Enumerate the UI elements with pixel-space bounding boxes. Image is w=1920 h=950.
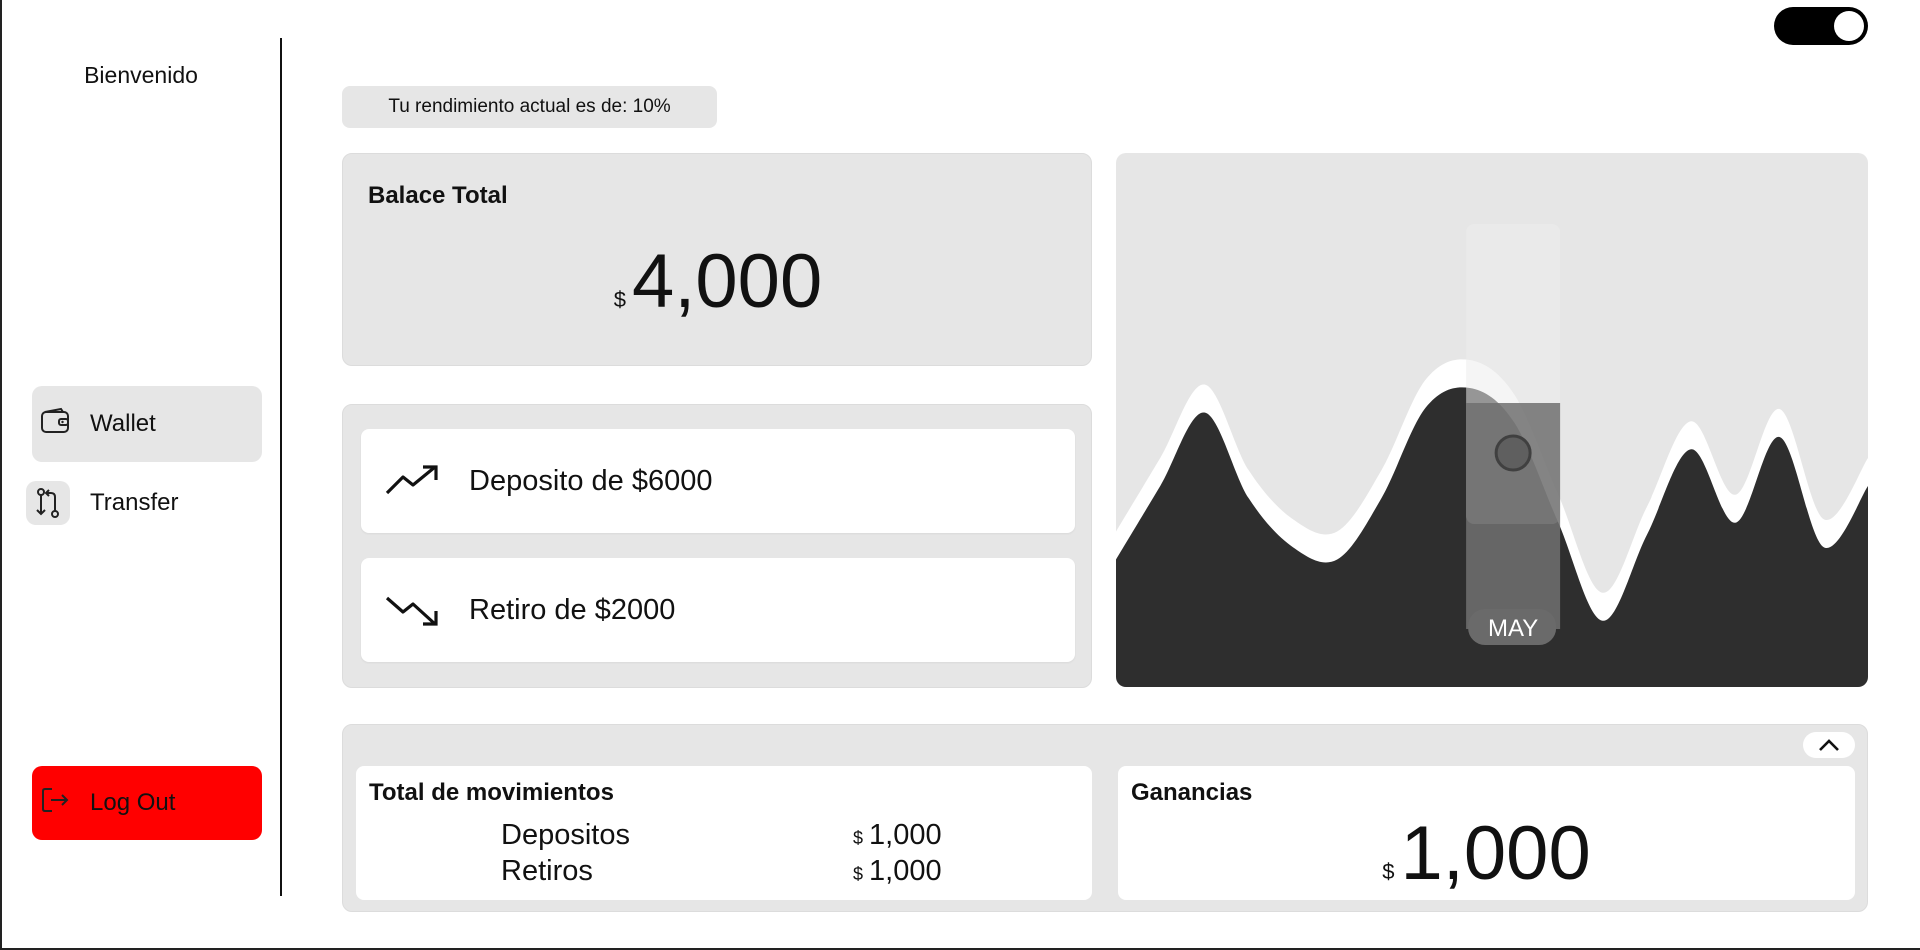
logout-button[interactable]: Log Out [32,766,262,840]
movement-label: Deposito de $6000 [469,464,713,497]
balance-title: Balace Total [368,182,508,209]
sidebar-item-wallet[interactable]: Wallet [32,386,262,462]
deposits-amount: 1,000 [869,819,942,851]
currency-symbol: $ [853,864,864,884]
currency-symbol: $ [853,828,864,848]
balance-amount: $4,000 [343,238,1093,325]
currency-symbol: $ [1382,859,1395,884]
balance-card: Balace Total $4,000 [342,153,1092,366]
toggle-knob [1834,11,1864,41]
logout-label: Log Out [90,789,176,816]
gains-panel: Ganancias $1,000 [1118,766,1855,900]
theme-toggle[interactable] [1774,7,1868,45]
welcome-text: Bienvenido [84,62,198,88]
movement-item[interactable]: Retiro de $2000 [361,558,1075,662]
withdrawals-label: Retiros [501,855,593,887]
withdrawals-value: $1,000 [853,855,942,888]
gains-amount: $1,000 [1118,810,1855,897]
sidebar-item-label: Transfer [90,489,179,516]
total-movements-panel: Total de movimientos Depositos $1,000 Re… [356,766,1092,900]
summary-card: Total de movimientos Depositos $1,000 Re… [342,724,1868,912]
currency-symbol: $ [613,287,627,312]
total-movements-title: Total de movimientos [369,779,614,806]
balance-value: 4,000 [632,239,823,324]
logout-icon [40,786,70,821]
gains-value: 1,000 [1400,811,1591,896]
month-label: MAY [1488,615,1538,642]
deposits-label: Depositos [501,819,630,851]
movement-label: Retiro de $2000 [469,593,676,626]
highlight-point[interactable] [1494,434,1532,472]
trending-up-icon [385,465,438,495]
sidebar-item-transfer[interactable]: Transfer [26,478,256,528]
withdrawals-amount: 1,000 [869,855,942,887]
wallet-icon [40,407,70,442]
recent-movements-card: Deposito de $6000 Retiro de $2000 [342,404,1092,688]
gains-title: Ganancias [1131,779,1253,806]
trending-down-icon [385,596,438,626]
sidebar-item-label: Wallet [90,410,156,437]
collapse-button[interactable] [1803,732,1855,758]
deposits-value: $1,000 [853,819,942,852]
movement-item[interactable]: Deposito de $6000 [361,429,1075,533]
performance-badge: Tu rendimiento actual es de: 10% [342,86,717,128]
performance-chart: MAY [1116,153,1868,687]
chevron-up-icon [1819,739,1839,751]
sidebar: Bienvenido Wallet Transfer Log Out [0,38,282,896]
area-chart: MAY [1116,224,1868,687]
transfer-icon [26,481,70,525]
